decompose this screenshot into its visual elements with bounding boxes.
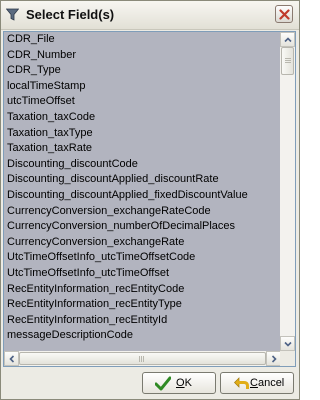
scroll-left-button[interactable] <box>4 351 19 366</box>
list-item[interactable]: CDR_Number <box>4 48 281 64</box>
list-item[interactable]: RecEntityInformation_recEntityId <box>4 313 281 329</box>
list-item[interactable]: Discounting_discountCode <box>4 157 281 173</box>
field-listbox[interactable]: CDR_File CDR_Number CDR_Type localTimeStamp… <box>3 31 296 367</box>
select-fields-dialog: Select Field(s) CDR_File CDR_Number CDR_Ty… <box>0 0 300 400</box>
undo-arrow-icon <box>233 376 249 394</box>
dialog-title: Select Field(s) <box>26 7 115 22</box>
chevron-down-icon <box>284 341 292 347</box>
chevron-up-icon <box>284 37 292 43</box>
horizontal-scrollbar[interactable] <box>4 351 281 366</box>
field-list[interactable]: CDR_File CDR_Number CDR_Type localTimeStamp… <box>4 32 281 351</box>
close-icon <box>279 9 290 20</box>
list-item[interactable]: RecEntityInformation_recEntityCode <box>4 282 281 298</box>
scroll-right-button[interactable] <box>266 351 281 366</box>
list-item[interactable]: Taxation_taxRate <box>4 141 281 157</box>
list-item[interactable]: Discounting_discountApplied_discountRate <box>4 172 281 188</box>
list-item[interactable]: localTimeStamp <box>4 79 281 95</box>
list-item[interactable]: CDR_Type <box>4 63 281 79</box>
ok-button[interactable]: OK <box>142 372 216 394</box>
chevron-left-icon <box>9 355 15 363</box>
scroll-up-button[interactable] <box>280 32 295 47</box>
horizontal-scroll-thumb[interactable] <box>19 352 266 365</box>
list-item[interactable]: Taxation_taxCode <box>4 110 281 126</box>
checkmark-icon <box>154 376 172 394</box>
scrollbar-corner <box>280 351 295 366</box>
list-item[interactable]: Discounting_discountApplied_fixedDiscoun… <box>4 188 281 204</box>
list-item[interactable]: utcTimeOffset <box>4 94 281 110</box>
cancel-button[interactable]: Cancel <box>220 372 294 394</box>
list-item[interactable]: CDR_File <box>4 32 281 48</box>
list-item[interactable]: CurrencyConversion_numberOfDecimalPlaces <box>4 219 281 235</box>
list-item[interactable]: RecEntityInformation_recEntityType <box>4 297 281 313</box>
title-bar[interactable]: Select Field(s) <box>1 1 299 30</box>
vertical-scroll-thumb[interactable] <box>281 47 294 75</box>
list-item[interactable]: CurrencyConversion_exchangeRate <box>4 235 281 251</box>
scroll-down-button[interactable] <box>280 336 295 351</box>
vertical-scrollbar[interactable] <box>280 32 295 351</box>
ok-label: OK <box>176 377 192 389</box>
list-item[interactable]: UtcTimeOffsetInfo_utcTimeOffset <box>4 266 281 282</box>
cancel-label: Cancel <box>250 377 285 389</box>
list-item[interactable]: CurrencyConversion_exchangeRateCode <box>4 204 281 220</box>
list-item[interactable]: messageDescriptionCode <box>4 328 281 344</box>
chevron-right-icon <box>271 355 277 363</box>
filter-icon <box>5 8 20 21</box>
list-item[interactable]: Taxation_taxType <box>4 126 281 142</box>
close-button[interactable] <box>275 5 293 23</box>
list-item[interactable]: UtcTimeOffsetInfo_utcTimeOffsetCode <box>4 250 281 266</box>
